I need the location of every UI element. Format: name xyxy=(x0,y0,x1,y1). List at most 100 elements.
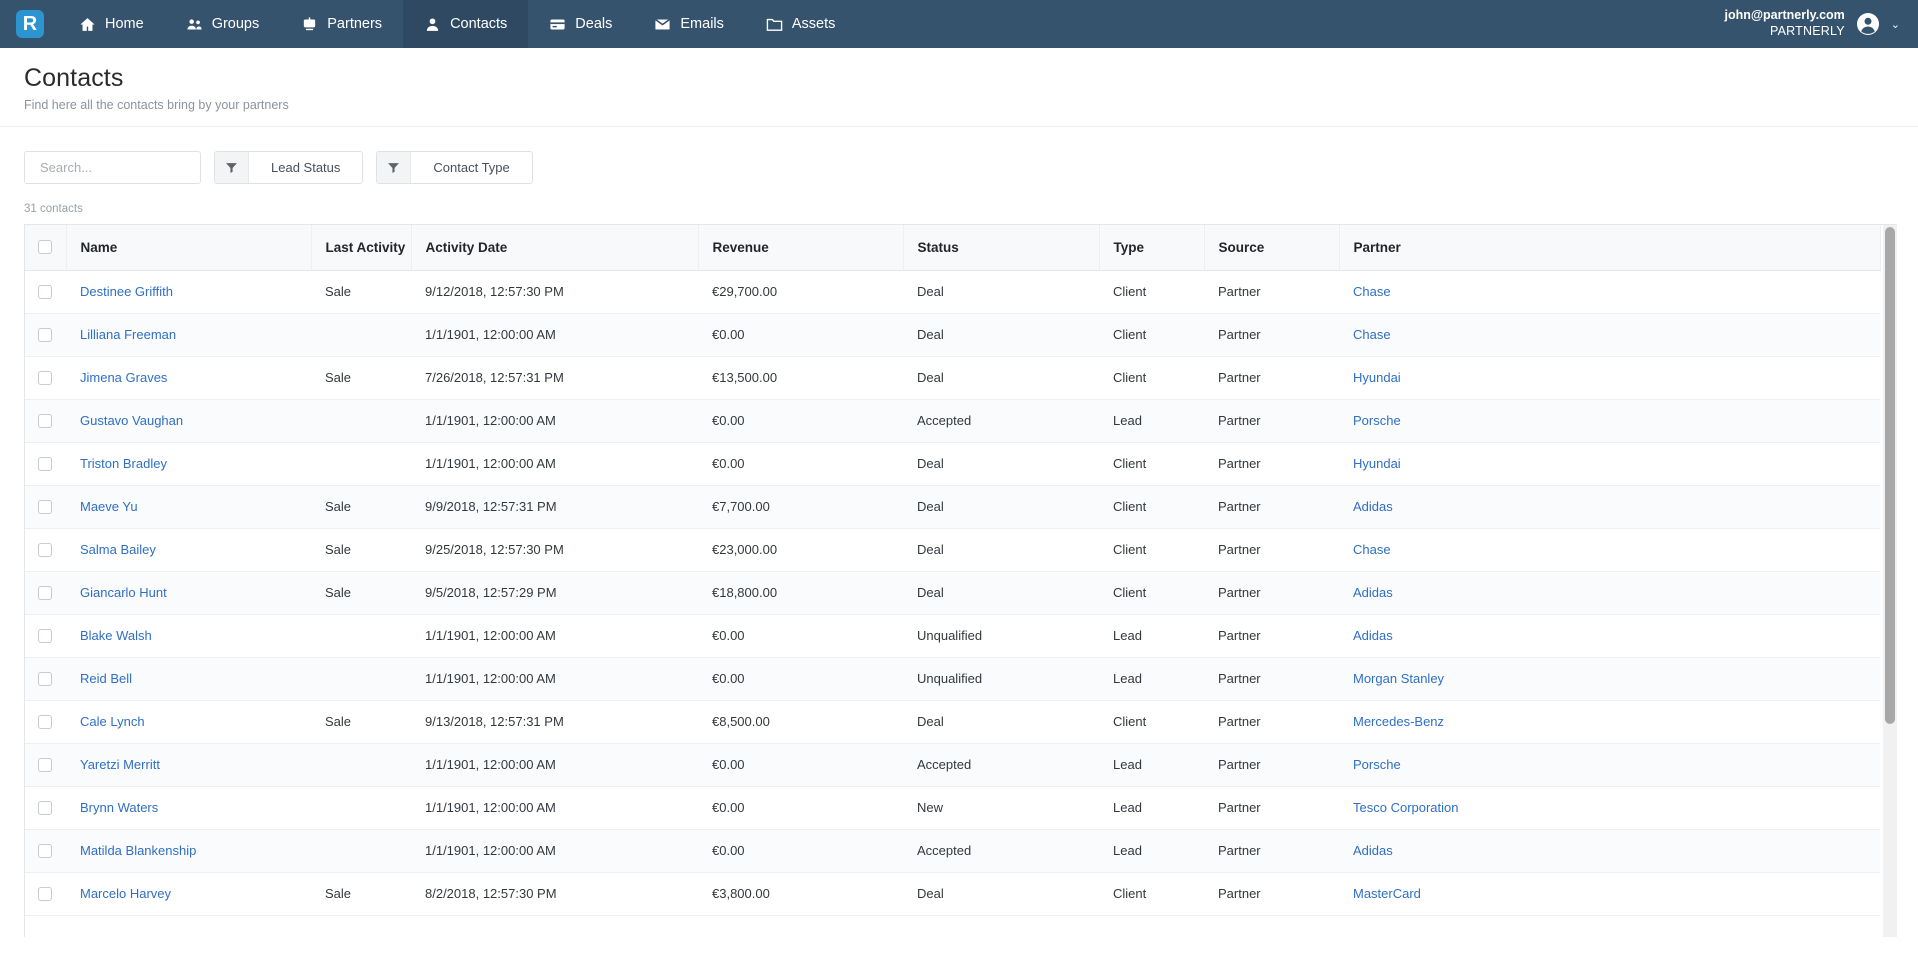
cell-name-link[interactable]: Lilliana Freeman xyxy=(80,327,176,342)
nav-item-groups[interactable]: Groups xyxy=(165,0,281,48)
row-checkbox[interactable] xyxy=(38,456,52,471)
assets-icon xyxy=(766,16,783,33)
table-row[interactable]: Blake Walsh 1/1/1901, 12:00:00 AM €0.00 Unq… xyxy=(25,614,1880,658)
cell-last-activity: Sale xyxy=(311,528,411,572)
cell-name: Salma Bailey xyxy=(66,528,311,572)
row-checkbox[interactable] xyxy=(38,886,52,901)
column-header-revenue[interactable]: Revenue xyxy=(698,225,904,271)
table-row[interactable]: Gustavo Vaughan 1/1/1901, 12:00:00 AM €0.0… xyxy=(25,399,1880,443)
cell-name-link[interactable]: Matilda Blankenship xyxy=(80,843,196,858)
row-checkbox-cell xyxy=(25,571,66,615)
cell-type: Client xyxy=(1099,485,1204,529)
cell-source: Partner xyxy=(1204,700,1339,744)
table-row[interactable]: Lilliana Freeman 1/1/1901, 12:00:00 AM €0.… xyxy=(25,313,1880,357)
cell-partner-link[interactable]: Porsche xyxy=(1353,413,1401,428)
brand-logo-link[interactable]: R xyxy=(0,0,58,48)
row-checkbox[interactable] xyxy=(38,499,52,514)
cell-partner-link[interactable]: Adidas xyxy=(1353,628,1393,643)
column-header-activity-date[interactable]: Activity Date xyxy=(411,225,699,271)
table-row[interactable]: Triston Bradley 1/1/1901, 12:00:00 AM €0.0… xyxy=(25,442,1880,486)
chevron-down-icon[interactable]: ⌄ xyxy=(1891,18,1900,31)
column-header-source[interactable]: Source xyxy=(1204,225,1340,271)
nav-item-partners[interactable]: Partners xyxy=(280,0,403,48)
contact-type-filter-button[interactable]: Contact Type xyxy=(376,151,533,184)
nav-item-deals[interactable]: Deals xyxy=(528,0,633,48)
cell-partner-link[interactable]: Hyundai xyxy=(1353,456,1401,471)
cell-name-link[interactable]: Cale Lynch xyxy=(80,714,145,729)
cell-name-link[interactable]: Giancarlo Hunt xyxy=(80,585,167,600)
table-row[interactable]: Salma Bailey Sale 9/25/2018, 12:57:30 PM €2… xyxy=(25,528,1880,572)
column-header-name[interactable]: Name xyxy=(66,225,312,271)
row-checkbox[interactable] xyxy=(38,370,52,385)
column-header-type[interactable]: Type xyxy=(1099,225,1205,271)
scrollbar-thumb[interactable] xyxy=(1885,227,1895,724)
table-vertical-scrollbar[interactable] xyxy=(1883,225,1897,937)
avatar-icon[interactable] xyxy=(1856,12,1880,36)
row-checkbox[interactable] xyxy=(38,671,52,686)
table-row[interactable]: Destinee Griffith Sale 9/12/2018, 12:57:30… xyxy=(25,270,1880,314)
table-row[interactable]: Maeve Yu Sale 9/9/2018, 12:57:31 PM €7,700.… xyxy=(25,485,1880,529)
nav-item-home[interactable]: Home xyxy=(58,0,165,48)
row-checkbox[interactable] xyxy=(38,800,52,815)
cell-name-link[interactable]: Yaretzi Merritt xyxy=(80,757,160,772)
nav-item-contacts[interactable]: Contacts xyxy=(403,0,529,48)
row-checkbox[interactable] xyxy=(38,585,52,600)
navbar-user-area[interactable]: john@partnerly.com PARTNERLY ⌄ xyxy=(1724,0,1918,48)
table-row[interactable]: Yaretzi Merritt 1/1/1901, 12:00:00 AM €0.0… xyxy=(25,743,1880,787)
cell-partner-link[interactable]: Hyundai xyxy=(1353,370,1401,385)
table-row[interactable]: Jimena Graves Sale 7/26/2018, 12:57:31 PM €… xyxy=(25,356,1880,400)
row-checkbox[interactable] xyxy=(38,757,52,772)
row-checkbox[interactable] xyxy=(38,413,52,428)
cell-revenue: €0.00 xyxy=(698,313,903,357)
cell-name-link[interactable]: Destinee Griffith xyxy=(80,284,173,299)
row-checkbox[interactable] xyxy=(38,628,52,643)
cell-name-link[interactable]: Jimena Graves xyxy=(80,370,167,385)
cell-partner-link[interactable]: Adidas xyxy=(1353,585,1393,600)
nav-item-assets[interactable]: Assets xyxy=(745,0,857,48)
cell-name-link[interactable]: Reid Bell xyxy=(80,671,132,686)
cell-activity-date: 1/1/1901, 12:00:00 AM xyxy=(411,313,698,357)
table-row[interactable]: Marcelo Harvey Sale 8/2/2018, 12:57:30 PM €… xyxy=(25,872,1880,916)
cell-partner-link[interactable]: Porsche xyxy=(1353,757,1401,772)
cell-name-link[interactable]: Gustavo Vaughan xyxy=(80,413,183,428)
row-checkbox[interactable] xyxy=(38,843,52,858)
column-header-status[interactable]: Status xyxy=(903,225,1100,271)
search-input[interactable] xyxy=(38,159,218,176)
cell-partner-link[interactable]: Tesco Corporation xyxy=(1353,800,1459,815)
row-checkbox[interactable] xyxy=(38,714,52,729)
cell-partner-link[interactable]: Morgan Stanley xyxy=(1353,671,1444,686)
column-header-partner[interactable]: Partner xyxy=(1339,225,1881,271)
table-row[interactable]: Brynn Waters 1/1/1901, 12:00:00 AM €0.00 Ne… xyxy=(25,786,1880,830)
lead-status-filter-button[interactable]: Lead Status xyxy=(214,151,364,184)
search-box[interactable] xyxy=(24,151,231,184)
cell-partner: Adidas xyxy=(1339,829,1880,873)
cell-partner-link[interactable]: Adidas xyxy=(1353,499,1393,514)
cell-name-link[interactable]: Triston Bradley xyxy=(80,456,167,471)
cell-partner: Adidas xyxy=(1339,571,1880,615)
table-row[interactable]: Reid Bell 1/1/1901, 12:00:00 AM €0.00 Unqua… xyxy=(25,657,1880,701)
cell-name-link[interactable]: Blake Walsh xyxy=(80,628,152,643)
cell-activity-date: 1/1/1901, 12:00:00 AM xyxy=(411,614,698,658)
cell-name-link[interactable]: Brynn Waters xyxy=(80,800,158,815)
table-row[interactable]: Giancarlo Hunt Sale 9/5/2018, 12:57:29 PM €… xyxy=(25,571,1880,615)
cell-name-link[interactable]: Maeve Yu xyxy=(80,499,138,514)
cell-revenue: €29,700.00 xyxy=(698,270,903,314)
table-row[interactable]: Cale Lynch Sale 9/13/2018, 12:57:31 PM €8,5… xyxy=(25,700,1880,744)
cell-partner-link[interactable]: Mercedes-Benz xyxy=(1353,714,1444,729)
nav-item-label: Partners xyxy=(327,16,383,32)
select-all-checkbox[interactable] xyxy=(38,240,52,255)
cell-name-link[interactable]: Marcelo Harvey xyxy=(80,886,171,901)
row-checkbox[interactable] xyxy=(38,542,52,557)
cell-partner-link[interactable]: Chase xyxy=(1353,327,1391,342)
table-row[interactable]: Matilda Blankenship 1/1/1901, 12:00:00 AM… xyxy=(25,829,1880,873)
cell-partner-link[interactable]: Chase xyxy=(1353,542,1391,557)
row-checkbox[interactable] xyxy=(38,327,52,342)
cell-partner-link[interactable]: MasterCard xyxy=(1353,886,1421,901)
nav-item-emails[interactable]: Emails xyxy=(633,0,745,48)
row-checkbox[interactable] xyxy=(38,284,52,299)
cell-name-link[interactable]: Salma Bailey xyxy=(80,542,156,557)
column-header-last-activity[interactable]: Last Activity xyxy=(311,225,412,271)
cell-partner-link[interactable]: Adidas xyxy=(1353,843,1393,858)
cell-partner-link[interactable]: Chase xyxy=(1353,284,1391,299)
cell-revenue: €0.00 xyxy=(698,829,903,873)
